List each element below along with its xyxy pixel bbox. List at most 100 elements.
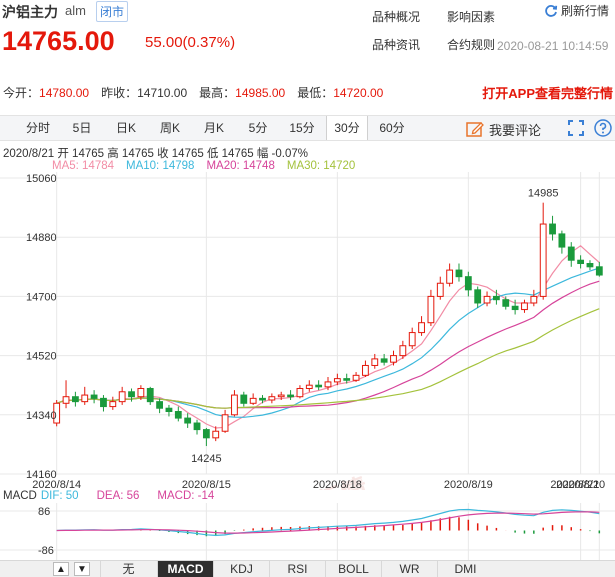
candle: [390, 355, 397, 363]
y-tick-label: 15060: [26, 173, 57, 185]
macd-tick-label: 86: [38, 506, 50, 518]
stat-prev-close: 昨收：14710.00: [101, 86, 188, 100]
candle: [193, 422, 201, 431]
candle: [493, 295, 500, 301]
last-price: 14765.00: [2, 26, 115, 56]
candle: [287, 394, 294, 398]
tab-15min[interactable]: 15分: [280, 116, 324, 140]
candle: [577, 259, 585, 265]
indicator-tabs: ▲ ▼ 无 MACD KDJ RSI BOLL WR DMI: [0, 560, 615, 577]
candle: [474, 289, 482, 304]
help-icon[interactable]: [594, 119, 612, 137]
open-app-link[interactable]: 打开APP查看完整行情: [482, 83, 613, 102]
market-status-badge: 闭市: [96, 1, 129, 22]
period-tabs: 分时 5日 日K 周K 月K 5分 15分 30分 60分 我要评论: [0, 115, 615, 141]
tab-weekly-k[interactable]: 周K: [148, 116, 192, 140]
ma5-legend: MA5: 14784: [52, 160, 115, 172]
tab-30min[interactable]: 30分: [326, 116, 368, 140]
candle: [90, 394, 98, 399]
candle: [427, 295, 435, 324]
candle: [380, 358, 388, 363]
candle: [511, 305, 519, 311]
refresh-button[interactable]: 刷新行情: [544, 2, 609, 19]
tab-intraday[interactable]: 分时: [14, 116, 62, 140]
candle: [146, 387, 154, 403]
tab-monthly-k[interactable]: 月K: [192, 116, 236, 140]
candle: [156, 401, 163, 409]
candle: [595, 266, 603, 276]
candle: [567, 246, 575, 261]
candle: [483, 295, 491, 304]
candle: [240, 394, 248, 404]
candle: [436, 282, 444, 297]
tab-daily-k[interactable]: 日K: [104, 116, 148, 140]
candle: [446, 269, 454, 284]
link-overview[interactable]: 品种概况: [372, 8, 420, 25]
indicator-tab-macd[interactable]: MACD: [157, 561, 213, 577]
extreme-label: 14245: [191, 453, 222, 465]
macd-chart[interactable]: 86 -86: [0, 503, 615, 560]
macd-tick-label: -86: [38, 545, 54, 557]
candle: [362, 364, 369, 376]
scroll-up-button[interactable]: ▲: [53, 562, 69, 576]
candle: [530, 295, 538, 304]
indicator-tab-dmi[interactable]: DMI: [437, 561, 493, 577]
indicator-tab-kdj[interactable]: KDJ: [213, 561, 269, 577]
candle: [174, 411, 182, 419]
candle: [221, 414, 229, 432]
fullscreen-icon[interactable]: [568, 120, 584, 136]
timestamp: 2020-08-21 10:14:59: [497, 39, 609, 53]
candle: [352, 374, 360, 381]
x-tick-label: 2020/8/18: [313, 479, 362, 490]
candle: [165, 407, 173, 413]
link-rules[interactable]: 合约规则: [447, 36, 495, 53]
candle: [399, 345, 407, 357]
candle: [455, 269, 463, 278]
macd-value-legend: MACD: -14: [157, 490, 215, 502]
candle: [558, 233, 566, 248]
tab-5min[interactable]: 5分: [238, 116, 278, 140]
ma5-line: [56, 245, 600, 429]
candle: [418, 322, 425, 334]
candle: [464, 276, 472, 291]
macd-legend: MACD DIF: 50 DEA: 56 MACD: -14: [3, 490, 214, 502]
candle: [109, 401, 117, 408]
candle: [371, 358, 379, 366]
indicator-tab-boll[interactable]: BOLL: [325, 561, 381, 577]
candle: [71, 396, 79, 403]
dea-legend: DEA: 56: [96, 490, 140, 502]
price-change: 55.00(0.37%): [145, 34, 236, 51]
candle: [249, 397, 257, 404]
indicator-tab-rsi[interactable]: RSI: [269, 561, 325, 577]
candle: [259, 397, 266, 401]
ma20-legend: MA20: 14748: [206, 160, 275, 172]
candle: [62, 396, 70, 404]
link-news[interactable]: 品种资讯: [372, 36, 420, 53]
link-factors[interactable]: 影响因素: [447, 8, 495, 25]
kline-chart[interactable]: Au 金投行情 150601488014700145201434014160 2…: [0, 172, 615, 490]
x-tick-label: 2020/8/19: [444, 479, 493, 490]
tab-60min[interactable]: 60分: [370, 116, 414, 140]
candle: [100, 397, 107, 408]
ma-legend: MA5: 14784 MA10: 14798 MA20: 14748 MA30:…: [52, 160, 355, 172]
y-tick-label: 14700: [26, 291, 57, 303]
comment-button[interactable]: 我要评论: [466, 118, 541, 140]
indicator-tab-none[interactable]: 无: [100, 561, 156, 577]
scroll-down-button[interactable]: ▼: [74, 562, 90, 576]
candle: [408, 332, 416, 347]
stat-high: 最高：14985.00: [199, 86, 286, 100]
candle: [212, 430, 220, 439]
y-tick-label: 14880: [26, 232, 57, 244]
candle: [333, 378, 341, 383]
candle: [315, 384, 323, 388]
dif-legend: DIF: 50: [40, 490, 79, 502]
candle: [586, 263, 594, 268]
stat-open: 今开：14780.00: [3, 86, 90, 100]
ma10-legend: MA10: 14798: [126, 160, 195, 172]
tab-5day[interactable]: 5日: [62, 116, 102, 140]
y-tick-label: 14340: [26, 410, 57, 422]
indicator-tab-wr[interactable]: WR: [381, 561, 437, 577]
instrument-name: 沪铝主力: [2, 4, 58, 20]
refresh-icon: [545, 4, 558, 17]
candle: [184, 417, 192, 424]
